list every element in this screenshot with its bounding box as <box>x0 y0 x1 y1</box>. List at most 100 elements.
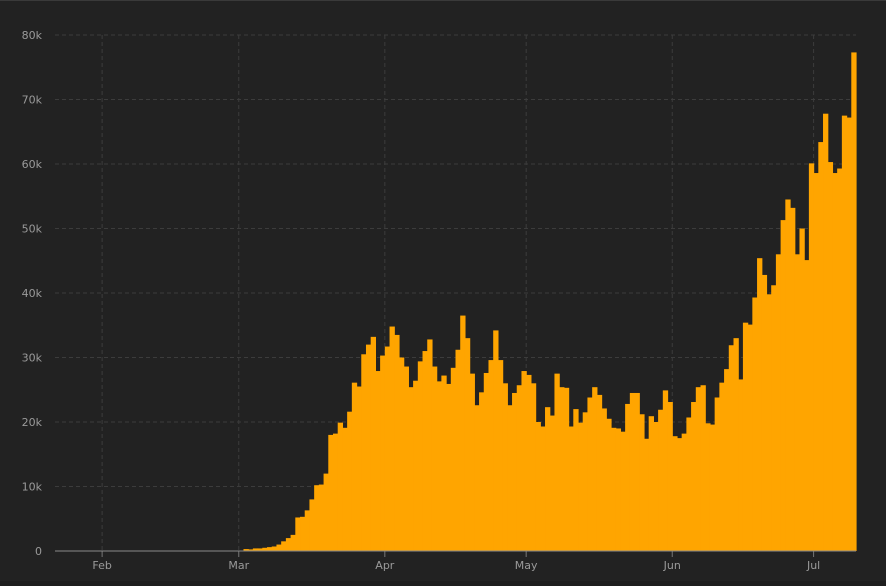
bar <box>526 375 531 551</box>
bar <box>729 345 734 551</box>
bar <box>385 347 390 551</box>
bar <box>540 427 545 551</box>
y-tick-label: 40k <box>22 287 43 300</box>
bar <box>545 407 550 551</box>
bar <box>649 416 654 551</box>
bar <box>441 376 446 551</box>
y-tick-label: 0 <box>35 545 42 558</box>
bar <box>272 546 277 551</box>
bar <box>460 316 465 551</box>
bar <box>404 367 409 551</box>
bar <box>474 405 479 551</box>
bar <box>752 298 757 551</box>
bar <box>733 338 738 551</box>
bar <box>818 142 823 551</box>
bar <box>531 383 536 551</box>
bar <box>696 387 701 551</box>
bar <box>291 535 296 551</box>
bar <box>342 428 347 551</box>
bar <box>592 387 597 551</box>
bar <box>710 425 715 551</box>
bar <box>804 260 809 551</box>
bar <box>677 438 682 551</box>
bar <box>682 434 687 551</box>
bar <box>573 409 578 551</box>
bar <box>771 285 776 551</box>
bar <box>799 229 804 552</box>
bar <box>724 369 729 551</box>
bar <box>470 374 475 551</box>
bar <box>766 294 771 551</box>
bar <box>564 388 569 551</box>
bar <box>686 417 691 551</box>
bar <box>465 338 470 551</box>
bar <box>437 381 442 551</box>
bar <box>361 354 366 551</box>
bar <box>809 163 814 551</box>
bar <box>267 547 272 551</box>
bar <box>456 350 461 551</box>
bar <box>423 351 428 551</box>
bar <box>314 485 319 551</box>
bar <box>479 392 484 551</box>
bar <box>512 393 517 551</box>
bar <box>705 423 710 551</box>
bar <box>611 428 616 551</box>
bar <box>785 199 790 551</box>
bar <box>823 114 828 551</box>
y-tick-label: 80k <box>22 29 43 42</box>
bar <box>517 385 522 551</box>
bar <box>493 330 498 551</box>
bar <box>790 208 795 551</box>
bar <box>300 517 305 551</box>
bar <box>394 335 399 551</box>
bar <box>324 474 329 551</box>
bar <box>484 373 489 551</box>
bar <box>842 116 847 551</box>
bar <box>837 169 842 551</box>
bar <box>319 485 324 551</box>
bar <box>701 385 706 551</box>
bar <box>762 275 767 551</box>
bar <box>616 428 621 551</box>
bar <box>748 325 753 551</box>
bar <box>625 404 630 551</box>
bar <box>828 162 833 551</box>
bar <box>663 390 668 551</box>
bar <box>559 387 564 551</box>
bar <box>738 379 743 551</box>
bar <box>719 383 724 551</box>
x-tick-label: Jul <box>806 559 820 572</box>
bar <box>620 432 625 551</box>
x-axis-tick-labels: FebMarAprMayJunJul <box>92 559 820 572</box>
bar <box>851 52 856 551</box>
bar <box>305 510 310 551</box>
bar <box>408 387 413 551</box>
bar <box>536 422 541 551</box>
bar <box>366 345 371 551</box>
y-tick-label: 30k <box>22 352 43 365</box>
bar <box>606 419 611 551</box>
bar <box>338 423 343 551</box>
y-tick-label: 70k <box>22 94 43 107</box>
bar <box>427 339 432 551</box>
bar <box>309 499 314 551</box>
daily-cases-bar-chart: 010k20k30k40k50k60k70k80k FebMarAprMayJu… <box>0 1 886 582</box>
y-tick-label: 50k <box>22 223 43 236</box>
bars <box>64 52 856 551</box>
bar <box>847 118 852 551</box>
bar <box>333 434 338 551</box>
bar <box>328 435 333 551</box>
bar <box>295 517 300 551</box>
bar <box>498 360 503 551</box>
bar <box>715 397 720 551</box>
bar <box>507 405 512 551</box>
x-tick-label: Feb <box>92 559 111 572</box>
bar <box>390 327 395 551</box>
bar <box>658 410 663 551</box>
bar <box>578 423 583 551</box>
bar <box>832 173 837 551</box>
bar <box>432 367 437 551</box>
bar <box>521 371 526 551</box>
bar <box>630 393 635 551</box>
